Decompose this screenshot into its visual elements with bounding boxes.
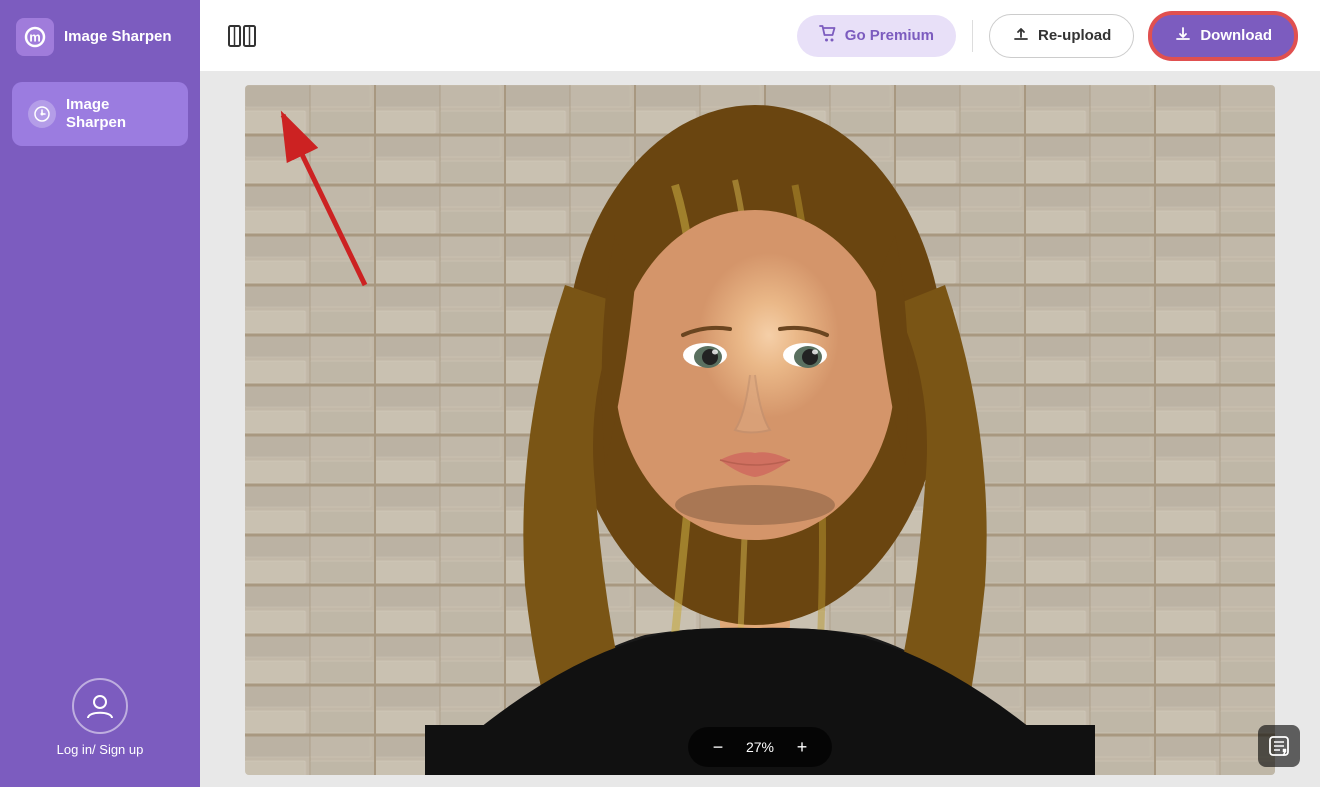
compare-button[interactable] xyxy=(224,18,260,54)
zoom-value: 27% xyxy=(742,739,778,755)
topbar-divider xyxy=(972,20,973,52)
go-premium-button[interactable]: Go Premium xyxy=(797,15,956,57)
zoom-in-button[interactable]: + xyxy=(790,735,814,759)
download-icon xyxy=(1174,25,1192,47)
go-premium-label: Go Premium xyxy=(845,27,934,44)
reupload-button[interactable]: Re-upload xyxy=(989,14,1134,58)
image-container xyxy=(245,85,1275,775)
logo-area: m Image Sharpen xyxy=(0,0,200,74)
user-avatar[interactable] xyxy=(72,678,128,734)
sidebar-item-image-sharpen[interactable]: ImageSharpen xyxy=(12,82,188,146)
login-label[interactable]: Log in/ Sign up xyxy=(57,742,144,757)
reupload-icon xyxy=(1012,25,1030,47)
sidebar-item-label: ImageSharpen xyxy=(66,96,126,132)
image-sharpen-nav-icon xyxy=(28,100,56,128)
sidebar-bottom: Log in/ Sign up xyxy=(57,678,144,757)
download-label: Download xyxy=(1200,27,1272,44)
logo-icon: m xyxy=(16,18,54,56)
topbar: Go Premium Re-upload Download xyxy=(200,0,1320,72)
nav-section: ImageSharpen xyxy=(0,74,200,154)
svg-text:m: m xyxy=(29,30,41,45)
sidebar: m Image Sharpen ImageSharpen Log in/ Sig… xyxy=(0,0,200,787)
main-content: Go Premium Re-upload Download xyxy=(200,0,1320,787)
reupload-label: Re-upload xyxy=(1038,27,1111,44)
cart-icon xyxy=(819,25,837,47)
zoom-out-button[interactable]: − xyxy=(706,735,730,759)
download-button[interactable]: Download xyxy=(1150,13,1296,59)
feedback-button[interactable] xyxy=(1258,725,1300,767)
zoom-controls: − 27% + xyxy=(688,727,832,767)
canvas-area: − 27% + xyxy=(200,72,1320,787)
logo-text: Image Sharpen xyxy=(64,28,172,46)
image-display xyxy=(245,85,1275,775)
